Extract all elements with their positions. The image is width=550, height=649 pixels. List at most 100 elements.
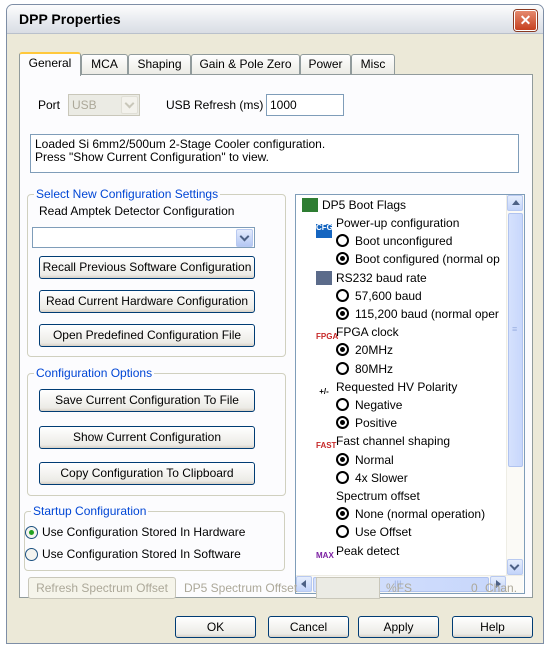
radio-selected-icon — [336, 416, 349, 430]
tree-item-label: Power-up configuration — [336, 216, 460, 230]
config-options-title: Configuration Options — [34, 366, 155, 380]
tree-option[interactable]: Use Offset — [336, 524, 411, 540]
radio-unselected-icon — [25, 548, 38, 562]
radio-unselected-icon — [336, 525, 349, 539]
tree-option[interactable]: 4x Slower — [336, 470, 408, 486]
detector-config-select[interactable] — [32, 227, 255, 248]
board-icon — [302, 198, 318, 212]
tab-power[interactable]: Power — [300, 54, 351, 74]
window-title: DPP Properties — [19, 11, 121, 27]
tree-item-label: Negative — [355, 398, 403, 412]
spectrum-offset-icon — [316, 489, 332, 503]
spectrum-offset-unit: %FS — [386, 581, 413, 595]
chevron-down-icon — [236, 229, 253, 247]
dpp-properties-window: DPP Properties ✕ General MCA Shaping Gai… — [6, 4, 544, 644]
fpga-icon: FPGA — [316, 333, 338, 348]
tree-item-label: Spectrum offset — [336, 489, 420, 503]
tree-category[interactable]: +/- Requested HV Polarity — [316, 379, 458, 402]
tab-mca[interactable]: MCA — [81, 54, 128, 74]
recall-software-config-button[interactable]: Recall Previous Software Configuration — [39, 256, 255, 279]
tree-item-label: FPGA clock — [336, 325, 399, 340]
radio-selected-icon — [336, 252, 349, 266]
tree-option[interactable]: Normal — [336, 452, 394, 468]
tab-misc[interactable]: Misc — [351, 54, 395, 74]
open-predefined-config-button[interactable]: Open Predefined Configuration File — [39, 324, 255, 347]
tree-option[interactable]: None (normal operation) — [336, 506, 485, 522]
port-label: Port — [38, 98, 61, 112]
scroll-thumb[interactable]: ≡ — [508, 213, 523, 467]
scroll-left-button[interactable] — [296, 576, 312, 592]
tree-item-label: Requested HV Polarity — [336, 379, 458, 394]
chevron-down-icon — [121, 96, 138, 114]
tree-item-label: Peak detect — [336, 543, 400, 558]
spectrum-offset-input[interactable] — [316, 577, 380, 599]
close-button[interactable]: ✕ — [514, 10, 537, 31]
radio-unselected-icon — [336, 398, 349, 411]
tree-category[interactable]: FPGAFPGA clock — [316, 324, 399, 348]
tree-option[interactable]: 57,600 baud — [336, 288, 422, 304]
tree-item-label: RS232 baud rate — [336, 270, 427, 285]
tree-category[interactable]: MAX Peak detect — [316, 543, 400, 566]
status-message-box[interactable]: Loaded Si 6mm2/500um 2-Stage Cooler conf… — [30, 134, 519, 173]
read-detector-label: Read Amptek Detector Configuration — [39, 204, 235, 218]
status-line-2: Press "Show Current Configuration" to vi… — [35, 150, 269, 164]
read-hardware-config-button[interactable]: Read Current Hardware Configuration — [39, 290, 255, 313]
usb-refresh-label: USB Refresh (ms) — [166, 98, 264, 112]
radio-selected-icon — [336, 452, 349, 466]
tree-item-label: 57,600 baud — [355, 288, 422, 303]
serial-port-icon — [316, 270, 332, 285]
tree-item-label: Fast channel shaping — [336, 434, 451, 449]
chan-value: 0 — [471, 581, 478, 595]
show-config-button[interactable]: Show Current Configuration — [39, 426, 255, 449]
save-config-button[interactable]: Save Current Configuration To File — [39, 389, 255, 412]
tree-item-label: Boot configured (normal op — [355, 252, 500, 267]
tree-root[interactable]: DP5 Boot Flags — [302, 197, 406, 213]
tree-option[interactable]: Boot configured (normal op — [336, 251, 500, 267]
scroll-down-button[interactable] — [507, 559, 523, 575]
tree-category[interactable]: RS232 baud rate — [316, 270, 427, 286]
tab-gain-pole-zero[interactable]: Gain & Pole Zero — [191, 54, 300, 74]
peak-detect-icon: MAX — [316, 551, 334, 566]
usb-refresh-input[interactable]: 1000 — [266, 94, 344, 116]
startup-hardware-label: Use Configuration Stored In Hardware — [42, 525, 246, 539]
select-config-group: Select New Configuration Settings Read A… — [27, 187, 286, 357]
tree-item-label: Use Offset — [355, 525, 412, 540]
vertical-scrollbar[interactable]: ≡ — [506, 195, 524, 576]
scroll-up-button[interactable] — [507, 195, 523, 211]
apply-button[interactable]: Apply — [358, 616, 439, 638]
close-icon: ✕ — [519, 12, 532, 28]
radio-unselected-icon — [336, 234, 349, 248]
radio-unselected-icon — [336, 288, 349, 302]
radio-selected-icon — [336, 307, 349, 320]
startup-config-title: Startup Configuration — [31, 504, 149, 518]
tree-item-label: Positive — [355, 416, 398, 431]
scroll-left-icon — [301, 580, 306, 588]
tab-shaping[interactable]: Shaping — [128, 54, 191, 74]
tree-option[interactable]: Positive — [336, 415, 397, 431]
grip-icon: ≡ — [512, 324, 518, 334]
tree-item-label: 115,200 baud (normal oper — [355, 307, 499, 321]
ok-button[interactable]: OK — [175, 616, 256, 638]
tree-category[interactable]: CFG Power-up configuration — [316, 215, 460, 238]
startup-hardware-radio[interactable]: Use Configuration Stored In Hardware — [25, 525, 245, 541]
startup-software-radio[interactable]: Use Configuration Stored In Software — [25, 547, 241, 563]
tree-category[interactable]: Spectrum offset — [316, 488, 420, 504]
radio-selected-icon — [336, 507, 349, 521]
startup-software-label: Use Configuration Stored In Software — [42, 547, 241, 561]
copy-config-button[interactable]: Copy Configuration To Clipboard — [39, 462, 255, 485]
tree-option[interactable]: 115,200 baud (normal oper — [336, 306, 499, 322]
refresh-spectrum-offset-button[interactable]: Refresh Spectrum Offset — [28, 577, 176, 599]
cancel-button[interactable]: Cancel — [268, 616, 349, 638]
help-button[interactable]: Help — [452, 616, 533, 638]
boot-flags-tree[interactable]: DP5 Boot Flags CFG Power-up configuration… — [295, 194, 525, 594]
tab-general[interactable]: General — [19, 52, 81, 76]
tree-category[interactable]: FASTFast channel shaping — [316, 433, 451, 457]
port-select[interactable]: USB — [68, 94, 140, 116]
title-bar[interactable]: DPP Properties ✕ — [7, 5, 543, 34]
tree-option[interactable]: Boot unconfigured — [336, 233, 452, 249]
cfg-icon: CFG — [316, 224, 333, 238]
tree-option[interactable]: 20MHz — [336, 342, 393, 358]
tree-option[interactable]: 80MHz — [336, 361, 393, 377]
tree-option[interactable]: Negative — [336, 397, 402, 413]
port-value: USB — [72, 98, 97, 112]
